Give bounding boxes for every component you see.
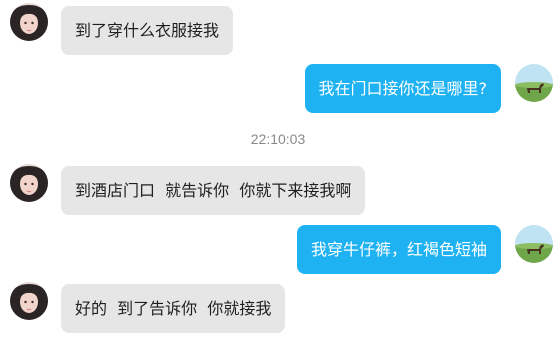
self-avatar[interactable] — [515, 225, 553, 263]
message-bubble-incoming[interactable]: 到了穿什么衣服接我 — [61, 6, 234, 55]
contact-avatar[interactable] — [10, 282, 48, 320]
contact-avatar[interactable] — [10, 164, 48, 202]
message-bubble-incoming[interactable]: 好的 到了告诉你 你就接我 — [61, 284, 286, 333]
message-bubble-incoming[interactable]: 到酒店门口 就告诉你 你就下来接我啊 — [61, 166, 366, 215]
woman-portrait-icon — [10, 3, 48, 41]
message-timestamp: 22:10:03 — [250, 131, 306, 147]
woman-portrait-icon — [10, 282, 48, 320]
landscape-horse-icon — [515, 225, 553, 263]
woman-portrait-icon — [10, 164, 48, 202]
message-bubble-outgoing[interactable]: 我穿牛仔裤，红褐色短袖 — [296, 225, 501, 274]
message-bubble-outgoing[interactable]: 我在门口接你还是哪里? — [304, 64, 501, 113]
landscape-horse-icon — [515, 64, 553, 102]
contact-avatar[interactable] — [10, 3, 48, 41]
self-avatar[interactable] — [515, 64, 553, 102]
